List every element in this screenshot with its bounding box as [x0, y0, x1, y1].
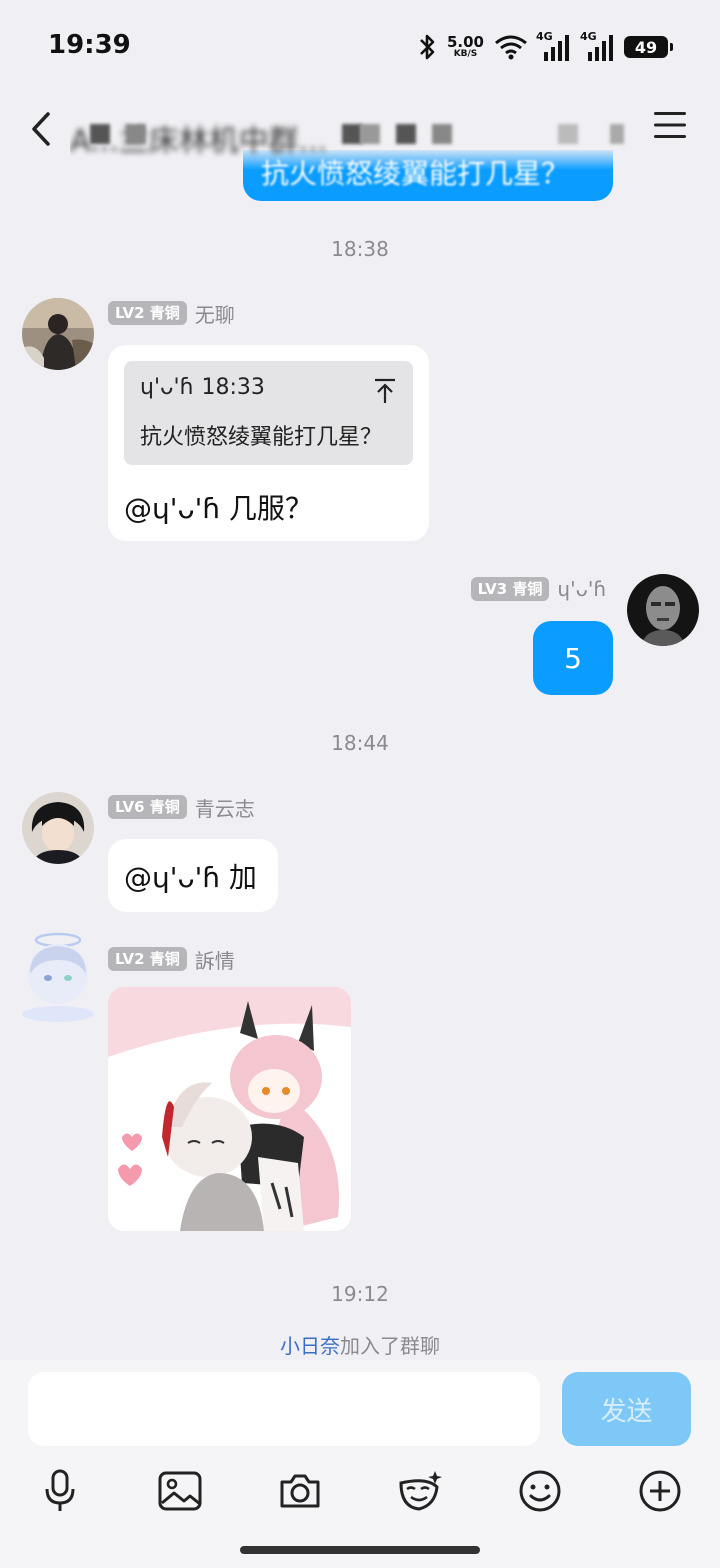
home-indicator[interactable]	[240, 1546, 480, 1554]
jump-to-quote-icon[interactable]	[373, 377, 397, 405]
bluetooth-icon	[420, 34, 435, 60]
sticker-icon[interactable]	[397, 1468, 443, 1514]
composer: 发送	[0, 1360, 720, 1568]
emoji-icon[interactable]	[517, 1468, 563, 1514]
message-input[interactable]	[28, 1372, 540, 1446]
message-bubble[interactable]: 5	[533, 621, 613, 695]
plus-icon[interactable]	[637, 1468, 683, 1514]
avatar[interactable]	[22, 298, 94, 370]
sender-meta: LV2 青铜 无聊	[108, 299, 235, 327]
system-message-text: 加入了群聊	[340, 1334, 440, 1358]
camera-icon[interactable]	[277, 1468, 323, 1514]
message-text: 5	[564, 641, 582, 675]
avatar-photo	[22, 298, 94, 370]
back-icon[interactable]	[22, 104, 62, 154]
sender-name[interactable]: 无聊	[195, 299, 235, 328]
send-button[interactable]: 发送	[562, 1372, 691, 1446]
quoted-text: 抗火愤怒绫翼能打几星？	[140, 425, 383, 450]
avatar[interactable]	[12, 928, 104, 1024]
status-icons: 5.00 KB/S 4G 4G 49	[417, 30, 673, 64]
joined-user-link[interactable]: 小日奈	[280, 1334, 340, 1358]
timestamp: 18:44	[331, 731, 389, 755]
message-bubble[interactable]: @ɥ'ᴗ'ɦ 加	[108, 839, 278, 912]
message-text: @ɥ'ᴗ'ɦ 几服？	[124, 492, 313, 525]
signal-2: 4G	[580, 30, 616, 62]
battery-icon: 49	[624, 36, 673, 58]
wifi-icon	[495, 35, 527, 60]
avatar-photo	[627, 574, 699, 646]
status-time: 19:39	[48, 30, 131, 60]
menu-icon[interactable]	[654, 110, 686, 140]
system-message: 小日奈加入了群聊	[0, 1330, 720, 1359]
sender-meta: LV2 青铜 訴情	[108, 945, 235, 973]
avatar[interactable]	[627, 574, 699, 646]
sender-name[interactable]: 訴情	[195, 945, 235, 974]
sender-name[interactable]: ɥ'ᴗ'ɦ	[557, 577, 606, 601]
level-badge: LV2 青铜	[108, 301, 187, 325]
chat-header: A...兰床林机中群...	[0, 92, 720, 170]
sender-meta: LV3 青铜 ɥ'ᴗ'ɦ	[470, 575, 606, 603]
composer-toolbar	[0, 1462, 720, 1522]
level-badge: LV2 青铜	[108, 947, 187, 971]
avatar-photo	[22, 792, 94, 864]
avatar-photo	[22, 932, 94, 1022]
sender-meta: LV6 青铜 青云志	[108, 793, 255, 821]
sender-name[interactable]: 青云志	[195, 793, 255, 822]
timestamp: 19:12	[331, 1282, 389, 1306]
level-badge: LV3 青铜	[470, 577, 550, 601]
image-icon[interactable]	[157, 1468, 203, 1514]
status-bar: 19:39 5.00 KB/S 4G 4G 49	[0, 0, 720, 92]
quoted-author: ɥ'ᴗ'ɦ	[140, 375, 194, 400]
sticker-image[interactable]	[108, 987, 351, 1231]
timestamp: 18:38	[331, 237, 389, 261]
quoted-time: 18:33	[201, 375, 265, 400]
quoted-message[interactable]: ɥ'ᴗ'ɦ 18:33 抗火愤怒绫翼能打几星？	[124, 361, 413, 465]
signal-1: 4G	[536, 30, 572, 62]
avatar[interactable]	[22, 792, 94, 864]
chat-title[interactable]: A...兰床林机中群...	[70, 110, 630, 162]
mic-icon[interactable]	[37, 1468, 83, 1514]
net-speed: 5.00 KB/S	[446, 33, 484, 59]
anime-sticker	[108, 987, 351, 1231]
level-badge: LV6 青铜	[108, 795, 187, 819]
message-bubble[interactable]: ɥ'ᴗ'ɦ 18:33 抗火愤怒绫翼能打几星？ @ɥ'ᴗ'ɦ 几服？	[108, 345, 429, 541]
message-text: @ɥ'ᴗ'ɦ 加	[124, 860, 257, 894]
